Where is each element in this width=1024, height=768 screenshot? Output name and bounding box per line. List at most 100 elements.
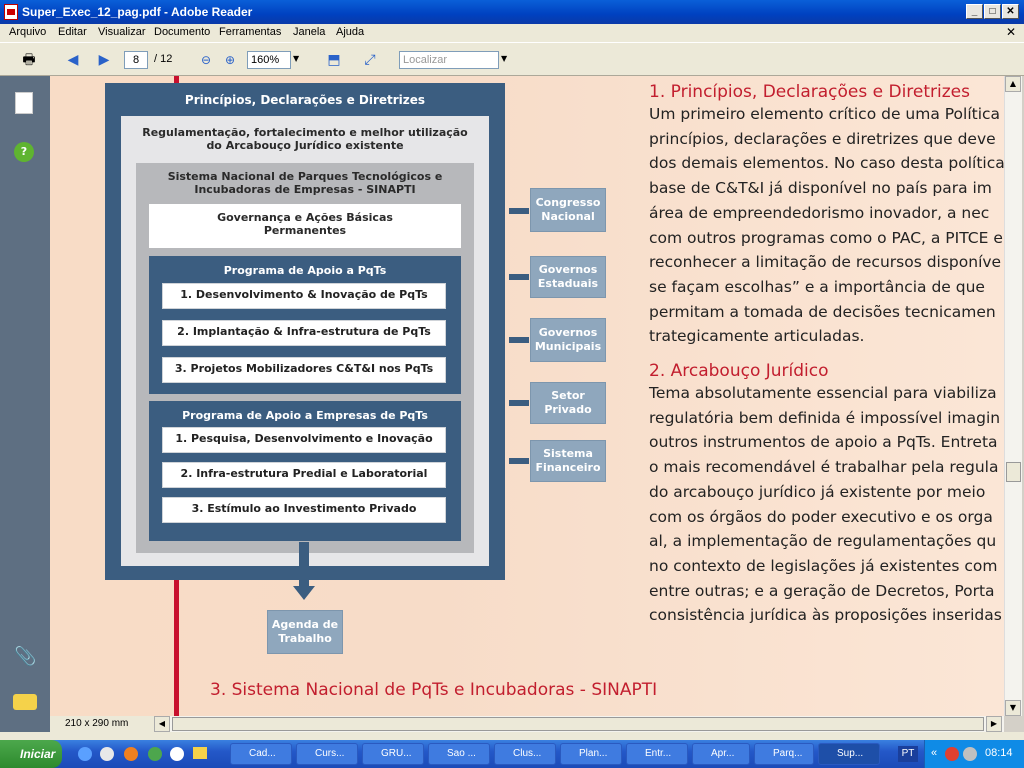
pages-icon[interactable] [15, 92, 33, 114]
task-button[interactable]: GRU... [362, 743, 424, 765]
governance-box: Governança e Ações Básicas Permanentes [149, 204, 461, 248]
task-button[interactable]: Cad... [230, 743, 292, 765]
page-number-input[interactable]: 8 [124, 51, 148, 69]
task-button[interactable]: Entr... [626, 743, 688, 765]
legal-framework-box: Regulamentação, fortalecimento e melhor … [121, 116, 489, 566]
close-document-icon[interactable]: ✕ [1006, 25, 1016, 39]
task-button[interactable]: Clus... [494, 743, 556, 765]
zoom-dropdown-icon[interactable]: ▼ [293, 54, 299, 63]
double-arrow [509, 458, 529, 464]
text-line: Tema absolutamente essencial para viabil… [649, 384, 997, 403]
scroll-left-icon[interactable]: ◀ [154, 716, 170, 732]
page-size-label: 210 x 290 mm [50, 716, 154, 732]
adobe-reader-icon [4, 4, 18, 20]
outlook-icon[interactable] [100, 747, 114, 761]
text-line: consistência jurídica às proposições ins… [649, 606, 1002, 625]
menu-arquivo[interactable]: Arquivo [9, 26, 46, 38]
task-button[interactable]: Apr... [692, 743, 750, 765]
close-button[interactable]: ✕ [1002, 4, 1019, 19]
text-line: dos demais elementos. No caso desta polí… [649, 154, 1004, 173]
firefox-icon[interactable] [124, 747, 138, 761]
program-pqts-title: Programa de Apoio a PqTs [223, 264, 387, 277]
sinapti-label: Sistema Nacional de Parques Tecnológicos… [167, 170, 443, 196]
folder-icon[interactable] [193, 747, 207, 759]
taskbar: Iniciar Cad... Curs... GRU... Sao ... Cl… [0, 740, 1024, 768]
browser-icon[interactable] [148, 747, 162, 761]
sinapti-box: Sistema Nacional de Parques Tecnológicos… [136, 163, 474, 553]
text-line: al, a implementação de regulamentações q… [649, 532, 997, 551]
menu-documento[interactable]: Documento [154, 26, 210, 38]
scroll-down-icon[interactable]: ▼ [1005, 700, 1021, 716]
menu-editar[interactable]: Editar [58, 26, 87, 38]
zoom-in-icon[interactable]: ⊕ [219, 49, 241, 71]
maximize-button[interactable]: □ [984, 4, 1001, 19]
menu-visualizar[interactable]: Visualizar [98, 26, 146, 38]
previous-page-icon[interactable]: ◀ [62, 49, 84, 71]
text-line: regulatória bem definida é impossível im… [649, 408, 1001, 427]
text-line: base de C&T&I já disponível no país para… [649, 179, 992, 198]
side-box-private: Setor Privado [530, 382, 606, 424]
zoom-out-icon[interactable]: ⊖ [195, 49, 217, 71]
hscroll-thumb[interactable] [172, 717, 984, 731]
double-arrow [509, 400, 529, 406]
diagram-principles-box: Princípios, Declarações e Diretrizes Reg… [105, 83, 505, 580]
program-companies-item: 2. Infra-estrutura Predial e Laboratoria… [162, 462, 446, 488]
task-button-active[interactable]: Sup... [818, 743, 880, 765]
language-indicator[interactable]: PT [898, 746, 918, 762]
text-line: princípios, declarações e diretrizes que… [649, 129, 996, 148]
window-title: Super_Exec_12_pag.pdf - Adobe Reader [22, 5, 253, 19]
system-tray: « 08:14 [924, 740, 1024, 768]
text-line: do arcabouço jurídico já existente por m… [649, 482, 986, 501]
comments-icon[interactable] [13, 694, 37, 710]
side-box-municipal: Governos Municipais [530, 318, 606, 362]
tray-app-icon[interactable] [945, 747, 959, 761]
text-line: o mais recomendável é trabalhar pela reg… [649, 458, 999, 477]
text-line: com outros programas como o PAC, a PITCE… [649, 228, 1003, 247]
pdf-page: Princípios, Declarações e Diretrizes Reg… [50, 76, 1004, 716]
section-heading: 3. Sistema Nacional de PqTs e Incubadora… [210, 680, 658, 700]
scroll-right-icon[interactable]: ▶ [986, 716, 1002, 732]
media-player-icon[interactable] [170, 747, 184, 761]
task-button[interactable]: Curs... [296, 743, 358, 765]
ie-icon[interactable] [78, 747, 92, 761]
down-arrow-head [293, 586, 315, 600]
text-line: no contexto de legislações já existentes… [649, 556, 998, 575]
help-icon[interactable]: ? [14, 142, 34, 162]
toolbar: 🖶 ◀ ▶ 8 / 12 ⊖ ⊕ 160% ▼ ⬒ ⤢ Localizar ▼ [0, 42, 1024, 76]
legal-framework-label: Regulamentação, fortalecimento e melhor … [142, 126, 468, 152]
next-page-icon[interactable]: ▶ [93, 49, 115, 71]
text-line: entre outras; e a geração de Decretos, P… [649, 581, 995, 600]
menu-ajuda[interactable]: Ajuda [336, 26, 364, 38]
menu-ferramentas[interactable]: Ferramentas [219, 26, 281, 38]
horizontal-scrollbar[interactable]: ◀ ▶ [50, 716, 1004, 732]
text-line: permitam a tomada de decisões tecnicamen [649, 302, 996, 321]
vertical-scrollbar[interactable]: ▲ ▼ [1004, 76, 1022, 716]
tray-network-icon[interactable] [963, 747, 977, 761]
task-button[interactable]: Parq... [754, 743, 814, 765]
program-pqts-item: 2. Implantação & Infra-estrutura de PqTs [162, 320, 446, 346]
zoom-input[interactable]: 160% [247, 51, 291, 69]
program-companies-title: Programa de Apoio a Empresas de PqTs [182, 409, 428, 422]
scroll-thumb[interactable] [1006, 462, 1021, 482]
search-input[interactable]: Localizar [399, 51, 499, 69]
text-line: outros instrumentos de apoio a PqTs. Ent… [649, 433, 998, 452]
attachment-icon[interactable]: 📎 [14, 646, 36, 667]
title-bar: Super_Exec_12_pag.pdf - Adobe Reader _ □… [0, 0, 1024, 24]
scroll-up-icon[interactable]: ▲ [1005, 76, 1021, 92]
work-agenda-box: Agenda de Trabalho [267, 610, 343, 654]
tray-expand-icon[interactable]: « [931, 747, 937, 759]
task-button[interactable]: Sao ... [428, 743, 490, 765]
fit-page-icon[interactable]: ⬒ [323, 49, 345, 71]
program-pqts-item: 3. Projetos Mobilizadores C&T&I nos PqTs [162, 357, 446, 383]
document-view[interactable]: Princípios, Declarações e Diretrizes Reg… [50, 76, 1004, 716]
side-box-financial: Sistema Financeiro [530, 440, 606, 482]
navigation-pane: ? 📎 [0, 76, 50, 740]
minimize-button[interactable]: _ [966, 4, 983, 19]
menu-janela[interactable]: Janela [293, 26, 325, 38]
print-icon[interactable]: 🖶 [18, 49, 40, 71]
start-button[interactable]: Iniciar [0, 740, 62, 768]
search-dropdown-icon[interactable]: ▼ [501, 54, 507, 63]
down-arrow-shaft [299, 542, 309, 592]
task-button[interactable]: Plan... [560, 743, 622, 765]
fit-width-icon[interactable]: ⤢ [359, 49, 381, 71]
